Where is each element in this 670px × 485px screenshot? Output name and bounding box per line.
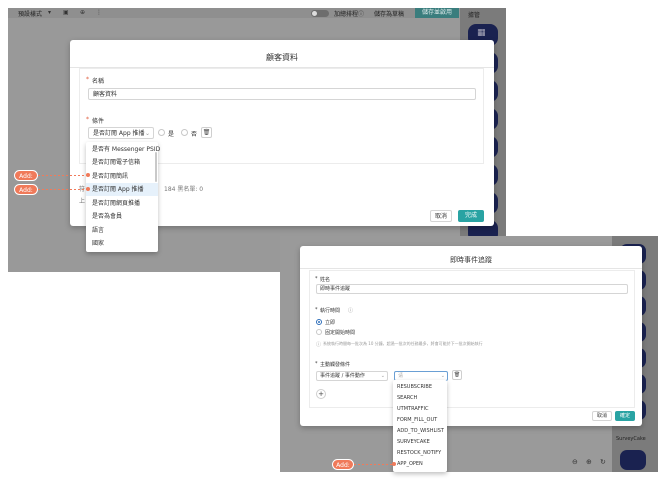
save-enable-button[interactable]: 儲存並啟用 [415,8,459,18]
divider [300,268,642,269]
name-label: 姓名 [320,277,331,283]
chevron-down-icon: ⌄ [144,130,150,137]
dropdown-option[interactable]: 是否訂閱網頁推播 [86,197,158,210]
top-toolbar: 預設樣式 ▾ ▣ ⊕ ⋮ 加總排程 ⓘ 儲存為草稿 儲存並啟用 [8,8,459,18]
annotation-dot [86,187,90,191]
condition-dropdown: 是否有 Messenger PSID 是否訂閱電子信箱 是否訂閱簡訊 是否訂閱 … [86,142,160,252]
chevron-down-icon: ▾ [48,9,52,16]
radio-immediate-label: 立即 [325,320,336,326]
dropdown-option[interactable]: 是否為會員 [86,210,158,223]
dropdown-option[interactable]: SURVEYCAKE [393,437,447,448]
radio-fixed-time-label: 固定開始時間 [325,330,356,336]
trigger-select[interactable]: 事件追蹤 / 事件動作 ⌄ [316,371,388,381]
dropdown-option[interactable]: 是否有 Messenger PSID [86,143,160,156]
trigger-label: 主動觸發條件 [320,362,351,368]
condition-select-value: 是否訂閱 App 推播 [93,130,145,137]
form-card: * 姓名 即時事件追蹤 * 執行時間 ⓘ 立即 固定開始時間 ⓘ 系統執行時間每… [309,270,635,408]
info-icon: ⓘ [316,342,322,348]
condition-select[interactable]: 是否訂閱 App 推播 ⌄ [88,127,154,139]
dropdown-option[interactable]: RESUBSCRIBE [393,382,447,393]
dropdown-option-selected[interactable]: 是否訂閱 App 推播 [86,183,158,196]
event-select-placeholder: 请 [398,373,404,379]
save-draft-button[interactable]: 儲存為草稿 [374,9,404,18]
info-icon: ⓘ [348,308,354,314]
annotation-connector [38,189,88,190]
zoom-icon[interactable]: ⊕ [80,9,85,16]
zoom-in-icon[interactable]: ⊕ [586,458,592,466]
refresh-icon[interactable]: ↻ [600,458,606,466]
dropdown-option[interactable]: SEARCH [393,393,447,404]
dropdown-option[interactable]: 國家 [86,237,158,250]
required-mark: * [315,307,318,313]
calendar-icon: ▦ [477,28,486,38]
realtime-event-modal: 即時事件追蹤 * 姓名 即時事件追蹤 * 執行時間 ⓘ 立即 固定開始時間 ⓘ … [300,246,642,426]
dropdown-option[interactable]: RESTOCK_NOTIFY [393,448,447,459]
condition-label: 條件 [92,118,105,125]
radio-yes[interactable] [158,129,165,136]
add-annotation: Add: [14,184,38,195]
radio-fixed-time[interactable] [316,329,322,335]
stats-text: 184 黑名單: 0 [164,186,204,193]
radio-no[interactable] [181,129,188,136]
name-label: 名稱 [92,78,105,85]
confirm-button[interactable]: 確定 [615,411,635,421]
copy-icon[interactable]: ▣ [63,9,69,16]
add-annotation: Add: [14,170,38,181]
annotation-dot [86,173,90,177]
name-input[interactable]: 即時事件追蹤 [316,284,628,294]
info-icon: ⓘ [358,11,365,18]
modal-title: 即時事件追蹤 [450,256,492,264]
trigger-select-value: 事件追蹤 / 事件動作 [320,373,365,379]
cancel-button[interactable]: 取消 [430,210,452,222]
event-dropdown: RESUBSCRIBE SEARCH UTMTRAFFIC FORM_FILL_… [393,380,447,472]
required-mark: * [315,361,318,367]
surveycake-label: SurveyCake [616,436,646,442]
required-mark: * [86,116,89,123]
name-input[interactable]: 顧客資料 [88,88,476,100]
cancel-button[interactable]: 取消 [592,411,612,421]
done-button[interactable]: 完成 [458,210,484,222]
radio-no-label: 否 [191,131,198,138]
partial-text: 上 [79,198,86,205]
trash-icon[interactable]: 🗑 [201,127,212,138]
required-mark: * [315,276,318,282]
preset-style-select[interactable]: 預設樣式 [18,9,42,18]
exec-time-note: 系統執行時間每一批次為 10 分鐘，超過一批次的任務最多，將會可能於下一批次開始… [323,341,483,346]
dropdown-option[interactable]: 是否訂閱簡訊 [86,170,158,183]
more-icon[interactable]: ⋮ [96,9,102,16]
dropdown-option[interactable]: APP_OPEN [393,459,447,470]
trash-icon[interactable]: 🗑 [452,370,462,380]
dropdown-option[interactable]: 語言 [86,224,158,237]
schedule-toggle[interactable] [311,10,329,17]
exec-time-label: 執行時間 [320,308,341,314]
plus-icon[interactable]: + [316,389,326,399]
dropdown-option[interactable]: FORM_FILL_OUT [393,415,447,426]
required-mark: * [86,76,89,83]
annotation-connector [354,464,394,465]
zoom-out-icon[interactable]: ⊖ [572,458,578,466]
dropdown-option[interactable]: ADD_TO_WISHLIST [393,426,447,437]
flow-node[interactable] [620,450,646,470]
annotation-connector [38,175,88,176]
add-annotation: Add: [332,459,354,470]
schedule-toggle-label: 加總排程 [334,11,359,18]
dropdown-option[interactable]: UTMTRAFFIC [393,404,447,415]
radio-immediate[interactable] [316,319,322,325]
side-panel-title: 據管 [468,12,481,19]
modal-title: 顧客資料 [266,53,298,62]
dropdown-option[interactable]: 是否訂閱電子信箱 [86,156,158,169]
radio-yes-label: 是 [168,131,175,138]
annotation-dot [392,462,396,466]
chevron-down-icon: ⌄ [380,373,385,379]
